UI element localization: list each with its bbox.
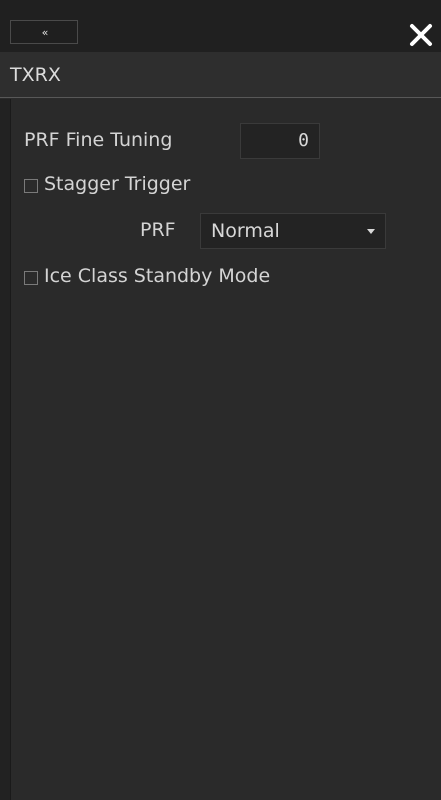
prf-select[interactable]: Normal bbox=[200, 213, 386, 249]
panel-header: « bbox=[0, 0, 441, 52]
double-chevron-left-icon: « bbox=[41, 25, 49, 39]
stagger-trigger-label[interactable]: Stagger Trigger bbox=[44, 173, 190, 195]
prf-fine-tuning-label: PRF Fine Tuning bbox=[24, 129, 173, 151]
chevron-down-icon bbox=[367, 229, 375, 234]
txrx-panel: « TXRX PRF Fine Tuning 0 Stagger Trigger… bbox=[0, 0, 441, 800]
ice-class-standby-checkbox[interactable] bbox=[24, 271, 38, 285]
collapse-button[interactable]: « bbox=[10, 20, 78, 44]
prf-fine-tuning-input[interactable]: 0 bbox=[240, 123, 320, 159]
prf-select-value: Normal bbox=[211, 220, 280, 242]
close-button[interactable] bbox=[401, 20, 441, 50]
close-icon bbox=[410, 24, 432, 46]
page-title: TXRX bbox=[10, 64, 61, 86]
prf-label: PRF bbox=[140, 219, 176, 241]
stagger-trigger-checkbox[interactable] bbox=[24, 179, 38, 193]
title-row: TXRX bbox=[0, 52, 441, 98]
content-area bbox=[10, 99, 441, 800]
ice-class-standby-label[interactable]: Ice Class Standby Mode bbox=[44, 265, 270, 287]
left-strip bbox=[0, 99, 10, 800]
